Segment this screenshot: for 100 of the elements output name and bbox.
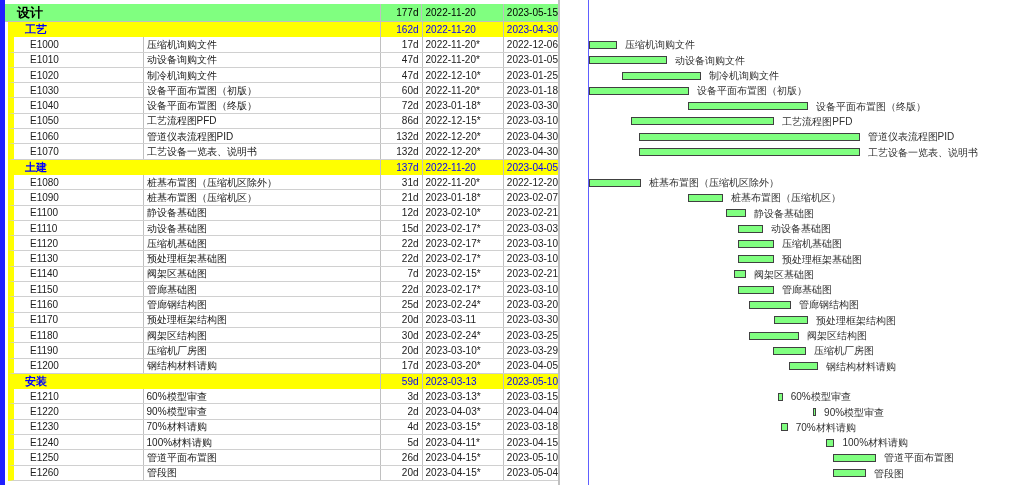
- activity-id: E1250: [30, 450, 59, 465]
- bar-label: 桩基布置图（压缩机区）: [730, 191, 841, 206]
- date-cell-text: 2023-03-10: [506, 282, 558, 297]
- date-cell-text: 2023-03-29: [506, 343, 558, 358]
- bar-label: 管廊钢结构图: [799, 298, 860, 313]
- date-cell-text: 2023-04-03*: [425, 405, 481, 420]
- activity-id: E1070: [30, 145, 59, 160]
- activity-id: E1150: [30, 282, 59, 297]
- activity-name: 阀架区基础图: [146, 267, 207, 282]
- date-cell-text: 2023-02-24*: [425, 298, 481, 312]
- activity-name: 工艺设备一览表、说明书: [146, 145, 257, 160]
- activity-name: 静设备基础图: [146, 206, 207, 221]
- date-cell-text: 2023-05-10: [506, 450, 558, 465]
- activity-id: E1120: [30, 236, 59, 251]
- duration-cell-text: 17d: [401, 359, 419, 374]
- group-name: 土建: [25, 161, 47, 174]
- activity-name: 管道平面布置图: [146, 450, 217, 465]
- duration-cell-text: 7d: [407, 267, 419, 282]
- activity-name: 动设备询购文件: [146, 53, 217, 68]
- duration-cell-text: 3d: [407, 389, 419, 404]
- activity-name: 动设备基础图: [146, 221, 207, 236]
- date-cell-text: 2023-02-07: [506, 190, 558, 205]
- date-cell-text: 2022-11-20*: [425, 175, 480, 190]
- date-cell-text: 2022-11-20: [425, 160, 476, 175]
- group-name: 安装: [25, 375, 47, 388]
- activity-name: 70%材料请购: [146, 420, 207, 435]
- activity-name: 压缩机基础图: [146, 236, 207, 251]
- activity-id: E1230: [30, 420, 59, 435]
- bar-label: 制冷机询购文件: [708, 69, 779, 84]
- date-cell-text: 2022-12-20: [506, 175, 558, 190]
- gantt-bar: [812, 408, 817, 417]
- bar-label: 60%模型审查: [790, 390, 851, 405]
- gantt-bar: [781, 423, 788, 432]
- date-cell-text: 2022-11-20*: [425, 37, 480, 52]
- duration-cell-text: 86d: [401, 114, 419, 129]
- activity-name: 100%材料请购: [146, 435, 213, 450]
- duration-cell-text: 22d: [401, 282, 419, 297]
- gantt-bar: [734, 270, 746, 279]
- duration-cell-text: 5d: [407, 435, 419, 450]
- date-cell-text: 2023-04-11*: [425, 435, 480, 450]
- duration-cell-text: 17d: [401, 37, 419, 52]
- date-cell-text: 2023-03-10: [506, 236, 558, 251]
- date-cell-text: 2023-03-20: [506, 298, 558, 312]
- date-cell-text: 2023-01-18: [506, 83, 558, 98]
- date-cell-text: 2023-02-24*: [425, 328, 481, 343]
- gantt-bar: [772, 346, 807, 355]
- gantt-bar: [826, 438, 835, 447]
- activity-id: E1060: [30, 129, 59, 144]
- activity-id: E1050: [30, 114, 59, 129]
- duration-cell-text: 20d: [401, 466, 419, 481]
- duration-cell-text: 22d: [401, 236, 419, 251]
- activity-name: 管廊基础图: [146, 282, 197, 297]
- date-cell-text: 2023-03-30: [506, 313, 558, 328]
- summary-name: 设计: [17, 4, 43, 20]
- date-cell-text: 2023-03-15*: [425, 420, 481, 435]
- gantt-bar: [737, 224, 763, 233]
- date-cell-text: 2023-04-05: [506, 160, 558, 175]
- bar-label: 静设备基础图: [753, 206, 814, 221]
- bar-label: 管道平面布置图: [884, 451, 955, 466]
- date-cell-text: 2023-04-30: [506, 129, 558, 144]
- activity-id: E1040: [30, 99, 59, 114]
- duration-cell-text: 4d: [407, 420, 419, 435]
- date-cell-text: 2023-04-15*: [425, 466, 481, 481]
- bar-label: 阀架区基础图: [753, 267, 814, 282]
- activity-id: E1030: [30, 83, 59, 98]
- duration-cell-text: 47d: [401, 68, 419, 83]
- bar-label: 工艺设备一览表、说明书: [867, 145, 978, 160]
- date-cell-text: 2023-04-30: [506, 145, 558, 160]
- activity-name: 钢结构材料请购: [146, 359, 217, 374]
- activity-name: 制冷机询购文件: [146, 68, 217, 83]
- activity-id: E1190: [30, 343, 59, 358]
- bar-label: 压缩机基础图: [782, 237, 843, 252]
- bar-label: 预处理框架基础图: [782, 252, 863, 267]
- duration-cell-text: 31d: [401, 175, 419, 190]
- activity-id: E1140: [30, 267, 59, 282]
- duration-cell-text: 26d: [401, 450, 419, 465]
- date-cell-text: 2023-01-05: [506, 53, 558, 68]
- activity-name: 预处理框架结构图: [146, 313, 227, 328]
- gantt-bar: [725, 209, 746, 218]
- activity-id: E1170: [30, 313, 59, 328]
- activity-name: 阀架区结构图: [146, 328, 207, 343]
- gantt-bar: [832, 469, 867, 478]
- bar-label: 设备平面布置图（终版）: [815, 99, 926, 114]
- duration-cell-text: 12d: [401, 206, 419, 221]
- duration-cell-text: 2d: [407, 405, 419, 420]
- duration-cell-text: 25d: [401, 298, 419, 312]
- activity-id: E1260: [30, 466, 59, 481]
- duration-cell-text: 132d: [396, 129, 419, 144]
- bar-label: 管道仪表流程图PID: [867, 130, 955, 145]
- duration-cell-text: 177d: [396, 6, 419, 20]
- gantt-bar: [687, 193, 723, 202]
- date-cell-text: 2023-03-10: [506, 114, 558, 129]
- gantt-bar: [749, 301, 792, 309]
- date-cell-text: 2022-12-20*: [425, 145, 481, 160]
- date-cell-text: 2023-03-13: [425, 374, 477, 389]
- date-cell-text: 2022-11-20*: [425, 83, 480, 98]
- date-cell-text: 2022-11-20: [425, 23, 476, 38]
- activity-id: E1000: [30, 37, 59, 52]
- duration-cell-text: 59d: [401, 374, 419, 389]
- date-cell-text: 2023-04-04: [506, 405, 558, 420]
